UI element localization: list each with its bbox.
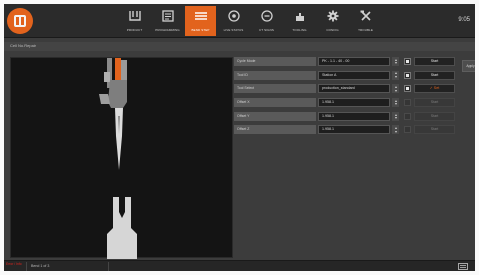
- spin-down-icon[interactable]: [394, 130, 397, 133]
- setting-label: Tool ID: [234, 70, 316, 80]
- setting-row: Offset Z 1.958.1 Start: [234, 125, 456, 135]
- clock: 9:05: [458, 17, 470, 23]
- setting-row: Tool ID Station A Start: [234, 70, 456, 80]
- enable-checkbox[interactable]: [404, 71, 411, 79]
- value-spinner[interactable]: [392, 125, 399, 135]
- enable-checkbox[interactable]: [404, 99, 411, 107]
- value-spinner[interactable]: [392, 70, 399, 80]
- nav-programming-label: PROGRAMMING: [155, 28, 180, 32]
- product-icon: [128, 11, 141, 21]
- start-button[interactable]: Start: [414, 111, 455, 121]
- bend-step-icon: [194, 12, 207, 20]
- live-status-icon: [227, 10, 240, 22]
- spin-down-icon[interactable]: [394, 75, 397, 78]
- setting-value-field[interactable]: production_standard: [318, 84, 390, 94]
- spin-up-icon[interactable]: [394, 113, 397, 116]
- punch-holder: [108, 80, 127, 108]
- enable-checkbox[interactable]: [404, 58, 411, 65]
- setting-value-field[interactable]: PK - 1.1 - 40 - 00: [318, 57, 390, 66]
- nav-config-label: CONFIG: [326, 28, 339, 32]
- press-brake-illustration: [99, 58, 137, 259]
- gear-icon: [327, 10, 338, 22]
- apply-button[interactable]: Apply: [462, 60, 475, 72]
- status-divider: [26, 262, 27, 271]
- setting-value-field[interactable]: 1.958.1: [318, 111, 390, 121]
- nav-config[interactable]: CONFIG: [317, 6, 348, 36]
- nav-ct-signs-label: CT SIGNS: [259, 28, 274, 32]
- spin-up-icon[interactable]: [394, 72, 397, 75]
- setting-label: Offset X: [234, 98, 316, 108]
- nav-programming[interactable]: PROGRAMMING: [152, 6, 183, 36]
- breadcrumb: Cell No.Repair: [10, 43, 37, 48]
- setting-row: Cycle Mode PK - 1.1 - 40 - 00 Start: [234, 57, 456, 66]
- status-bar: Error / Info Bend 1 of 3: [4, 260, 475, 271]
- error-indicator[interactable]: Error / Info: [4, 261, 24, 271]
- nav-live-status[interactable]: LIVE STATUS: [218, 6, 249, 36]
- setting-label: Offset Y: [234, 111, 316, 121]
- keyboard-button[interactable]: [456, 262, 470, 271]
- app-logo[interactable]: [7, 8, 33, 34]
- settings-panel: Cycle Mode PK - 1.1 - 40 - 00 Start Tool…: [234, 57, 456, 139]
- spin-down-icon[interactable]: [394, 62, 397, 65]
- status-message: Bend 1 of 3: [31, 264, 50, 268]
- nav-bend-step-label: BEND STEP: [191, 28, 210, 32]
- tooling-icon: [295, 13, 304, 21]
- setting-value-field[interactable]: 1.958.1: [318, 125, 390, 135]
- value-spinner[interactable]: [392, 57, 399, 66]
- main-navigation: PRODUCT PROGRAMMING BEND STEP LIVE STATU…: [119, 6, 383, 36]
- keyboard-icon: [458, 263, 468, 270]
- bend-preview: [10, 57, 233, 259]
- setting-label: Offset Z: [234, 125, 316, 135]
- spin-up-icon[interactable]: [394, 58, 397, 61]
- start-button[interactable]: Start: [414, 98, 455, 108]
- nav-tooling[interactable]: TOOLING: [284, 6, 315, 36]
- wrench-hammer-icon: [360, 10, 371, 21]
- nav-live-status-label: LIVE STATUS: [223, 28, 244, 32]
- nav-bend-step[interactable]: BEND STEP: [185, 6, 216, 36]
- nav-trouble-label: TROUBLE: [358, 28, 373, 32]
- clamp-block: [121, 60, 127, 80]
- setting-row: Offset X 1.958.1 Start: [234, 98, 456, 108]
- setting-value-field[interactable]: Station A: [318, 70, 390, 80]
- setting-value-field[interactable]: 1.958.1: [318, 98, 390, 108]
- spin-up-icon[interactable]: [394, 127, 397, 130]
- orange-clamp: [115, 58, 121, 80]
- start-button[interactable]: Start: [414, 57, 455, 66]
- spin-up-icon[interactable]: [394, 99, 397, 102]
- spin-up-icon[interactable]: [394, 86, 397, 89]
- logo-mark: [14, 15, 26, 27]
- top-toolbar: PRODUCT PROGRAMMING BEND STEP LIVE STATU…: [4, 4, 475, 38]
- start-button[interactable]: Start: [414, 70, 455, 80]
- setting-row: Tool Select production_standard ✓ Set: [234, 84, 456, 94]
- value-spinner[interactable]: [392, 84, 399, 94]
- status-divider: [108, 262, 109, 271]
- enable-checkbox[interactable]: [404, 126, 411, 134]
- spin-down-icon[interactable]: [394, 89, 397, 92]
- nav-tooling-label: TOOLING: [292, 28, 307, 32]
- start-button[interactable]: Start: [414, 125, 455, 135]
- setting-row: Offset Y 1.958.1 Start: [234, 111, 456, 121]
- enable-checkbox[interactable]: [404, 112, 411, 120]
- holder-left: [104, 72, 110, 82]
- value-spinner[interactable]: [392, 111, 399, 121]
- enable-checkbox[interactable]: [404, 85, 411, 93]
- spin-down-icon[interactable]: [394, 103, 397, 106]
- nav-ct-signs[interactable]: CT SIGNS: [251, 6, 282, 36]
- nav-trouble[interactable]: TROUBLE: [350, 6, 381, 36]
- programming-icon: [161, 10, 174, 22]
- value-spinner[interactable]: [392, 98, 399, 108]
- spin-down-icon[interactable]: [394, 117, 397, 119]
- sheet-part: [99, 94, 110, 104]
- nav-product[interactable]: PRODUCT: [119, 6, 150, 36]
- breadcrumb-bar: Cell No.Repair: [4, 42, 475, 51]
- ct-signs-icon: [260, 10, 273, 22]
- screen: PRODUCT PROGRAMMING BEND STEP LIVE STATU…: [4, 4, 475, 271]
- nav-product-label: PRODUCT: [126, 28, 143, 32]
- set-button[interactable]: ✓ Set: [414, 84, 455, 94]
- die-tool: [107, 197, 137, 259]
- setting-label: Cycle Mode: [234, 57, 316, 66]
- setting-label: Tool Select: [234, 84, 316, 94]
